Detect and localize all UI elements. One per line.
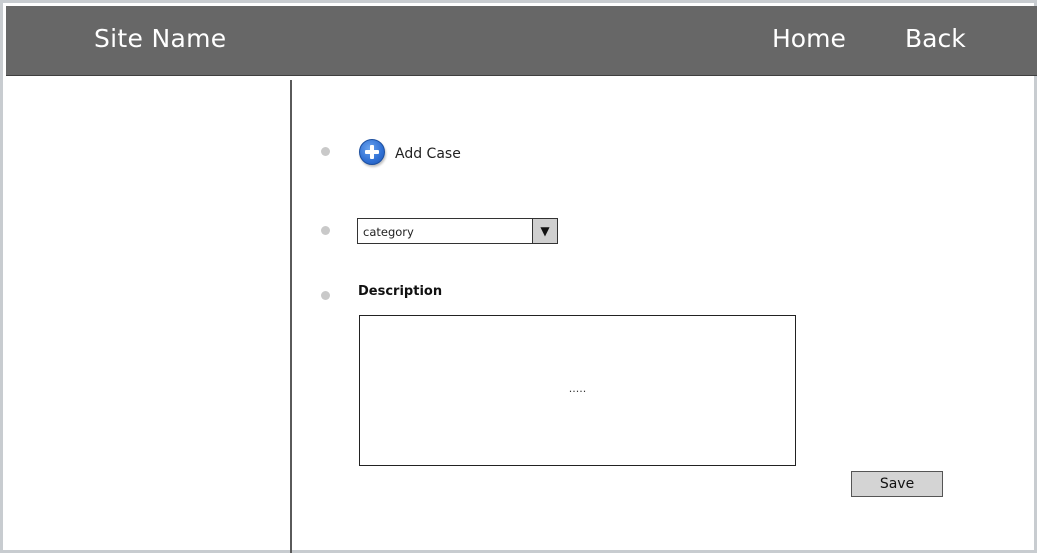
bullet-marker bbox=[321, 147, 330, 156]
app-window: Site Name Home Back Add Case category ▼ … bbox=[0, 0, 1037, 553]
description-textarea[interactable]: ..... bbox=[359, 315, 796, 466]
bullet-marker bbox=[321, 291, 330, 300]
add-case-button[interactable]: Add Case bbox=[359, 138, 461, 166]
description-textarea-value: ..... bbox=[568, 382, 587, 395]
category-select[interactable]: category ▼ bbox=[357, 218, 558, 244]
add-case-label: Add Case bbox=[395, 146, 461, 162]
plus-circle-icon[interactable] bbox=[359, 139, 385, 165]
header-bar: Site Name Home Back bbox=[6, 6, 1037, 76]
category-select-value: category bbox=[363, 225, 414, 239]
nav-home-link[interactable]: Home bbox=[772, 24, 846, 53]
save-button[interactable]: Save bbox=[851, 471, 943, 497]
site-name: Site Name bbox=[94, 24, 227, 53]
nav-back-link[interactable]: Back bbox=[905, 24, 966, 53]
bullet-marker bbox=[321, 226, 330, 235]
sidebar bbox=[6, 77, 290, 553]
triangle-down-icon[interactable]: ▼ bbox=[532, 219, 557, 243]
description-label: Description bbox=[358, 284, 443, 299]
sidebar-divider bbox=[290, 80, 292, 553]
